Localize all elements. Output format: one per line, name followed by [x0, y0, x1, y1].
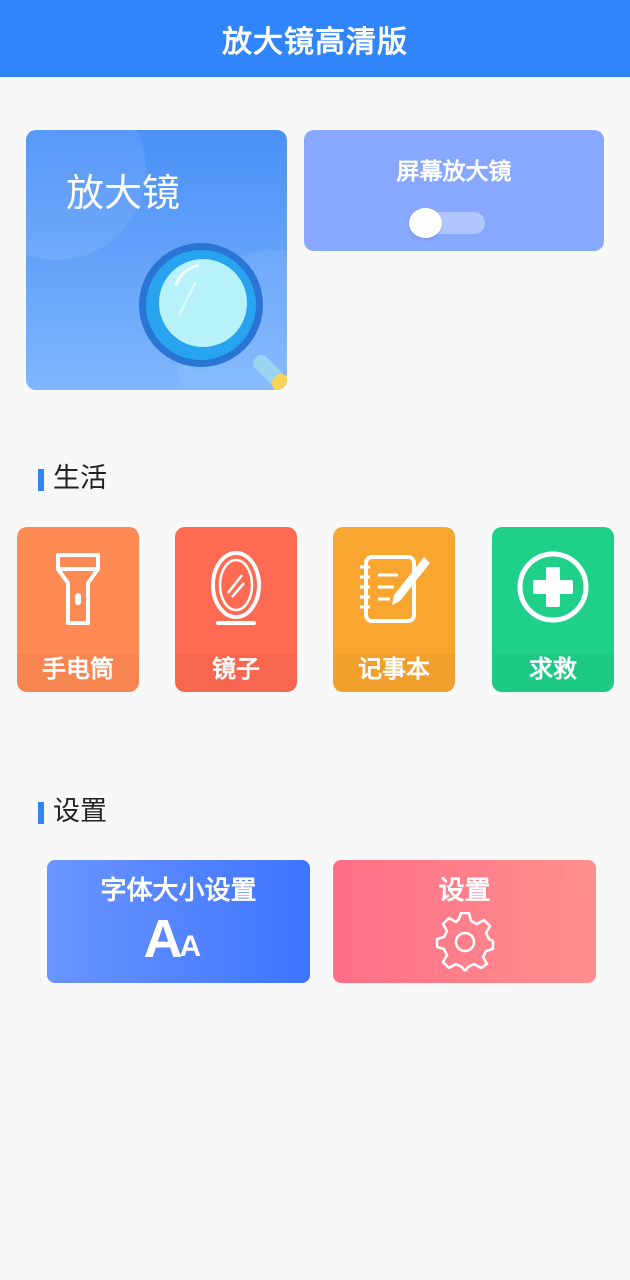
tile-mirror[interactable]: 镜子	[175, 527, 297, 692]
app-title: 放大镜高清版	[222, 24, 408, 60]
settings-card[interactable]: 设置	[333, 860, 596, 983]
tile-flashlight[interactable]: 手电筒	[17, 527, 139, 692]
mirror-icon	[211, 551, 261, 625]
tile-notepad[interactable]: 记事本	[333, 527, 455, 692]
sos-plus-icon	[517, 551, 589, 623]
magnifier-icon	[139, 243, 287, 390]
screen-magnifier-toggle[interactable]	[409, 208, 485, 238]
tile-sos[interactable]: 求救	[492, 527, 614, 692]
tile-label: 记事本	[358, 655, 430, 683]
toggle-knob	[409, 208, 442, 238]
magnifier-label: 放大镜	[66, 171, 181, 215]
font-size-settings-card[interactable]: 字体大小设置 A A	[47, 860, 310, 983]
card-label: 字体大小设置	[100, 876, 257, 906]
section-marker	[38, 801, 44, 824]
notepad-icon	[360, 555, 430, 623]
font-size-icon: A A	[143, 909, 202, 969]
card-label: 设置	[438, 876, 491, 906]
tile-label: 镜子	[212, 655, 260, 683]
section-title-life: 生活	[38, 456, 107, 495]
top-bar: 放大镜高清版	[0, 0, 630, 77]
flashlight-icon	[56, 553, 100, 625]
section-marker	[38, 468, 44, 491]
section-title-settings: 设置	[38, 789, 107, 828]
tile-label: 手电筒	[42, 655, 114, 683]
section-title-text: 设置	[53, 796, 107, 827]
screen-magnifier-label: 屏幕放大镜	[396, 159, 512, 185]
gear-icon	[435, 912, 494, 972]
app-root: 放大镜高清版 放大镜 屏幕放大镜 生活 手电筒 镜子 记事本 求救 设置 字体大…	[0, 0, 630, 1280]
tile-label: 求救	[529, 655, 577, 683]
magnifier-card[interactable]: 放大镜	[26, 130, 287, 390]
section-title-text: 生活	[53, 463, 107, 494]
